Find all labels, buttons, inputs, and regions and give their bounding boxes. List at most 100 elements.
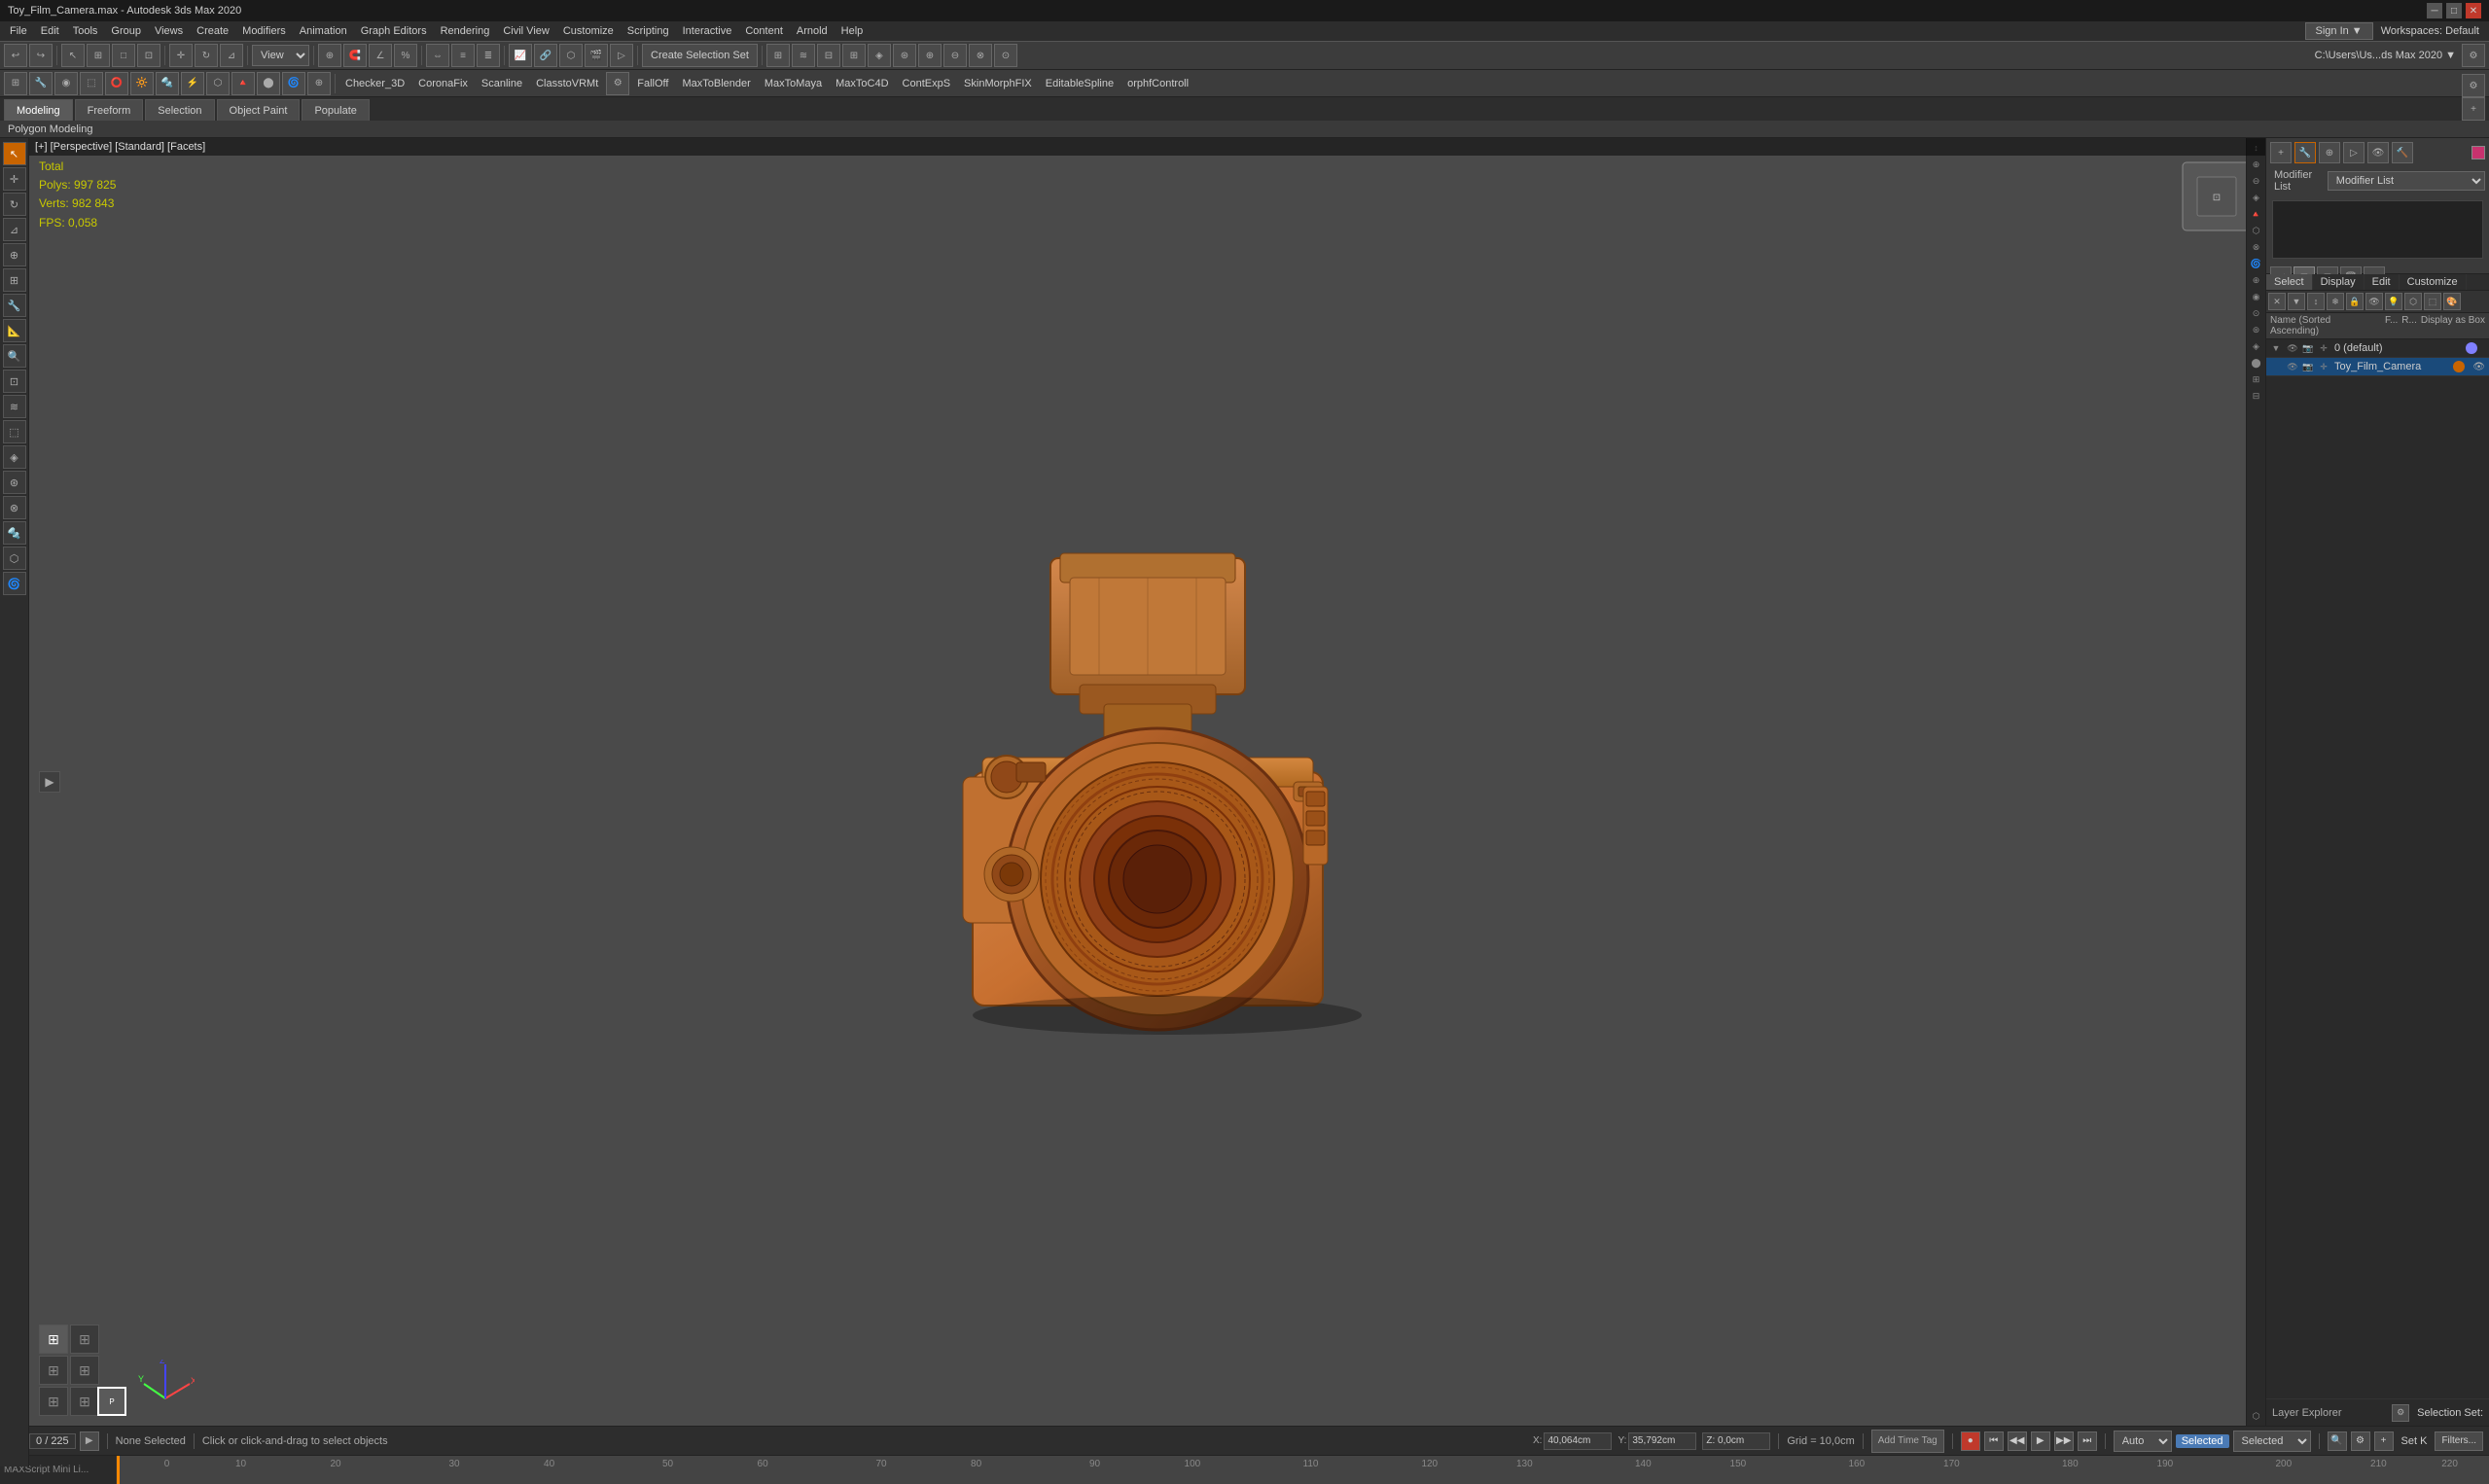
- viewport[interactable]: [+] [Perspective] [Standard] [Facets] To…: [29, 138, 2265, 1426]
- camera-vis-icon[interactable]: 👁: [2286, 360, 2299, 373]
- anim-step-back-btn[interactable]: ◀◀: [2008, 1431, 2027, 1451]
- left-icon-move[interactable]: ✛: [3, 167, 26, 191]
- ri-icon-2[interactable]: ⊕: [2249, 157, 2264, 172]
- tb-extra8[interactable]: ⊖: [943, 44, 967, 67]
- anim-step-fwd-btn[interactable]: ▶▶: [2054, 1431, 2074, 1451]
- anim-prev-btn[interactable]: ⏮: [1984, 1431, 2004, 1451]
- layer-vis-icon[interactable]: 👁: [2286, 341, 2299, 355]
- left-icon-12[interactable]: ⬚: [3, 420, 26, 443]
- col-display-as-box[interactable]: Display as Box: [2421, 315, 2485, 336]
- plugin-editablespline[interactable]: EditableSpline: [1040, 76, 1120, 91]
- le-tab-edit[interactable]: Edit: [2365, 274, 2400, 290]
- grid-btn-ml[interactable]: ⊞: [39, 1356, 68, 1385]
- plugin-coronafix[interactable]: CoronaFix: [412, 76, 474, 91]
- layer-explorer-body[interactable]: ▼ 👁 📷 ✛ 0 (default) 👁 📷 ✛ Toy_Film_C: [2266, 339, 2489, 1398]
- tb2-extra7[interactable]: 🔩: [156, 72, 179, 95]
- reference-coord-dropdown[interactable]: View World Local: [252, 45, 309, 66]
- left-icon-8[interactable]: 📐: [3, 319, 26, 342]
- ri-icon-3[interactable]: ⊖: [2249, 173, 2264, 189]
- maximize-button[interactable]: □: [2446, 3, 2462, 18]
- anim-record-btn[interactable]: ●: [1961, 1431, 1980, 1451]
- menu-graph-editors[interactable]: Graph Editors: [355, 23, 433, 39]
- le-color-btn[interactable]: 🎨: [2443, 293, 2461, 310]
- tb-extra4[interactable]: ⊞: [842, 44, 866, 67]
- z-value[interactable]: Z: 0,0cm: [1702, 1432, 1770, 1450]
- plugin-maxtomaya[interactable]: MaxToMaya: [759, 76, 828, 91]
- menu-file[interactable]: File: [4, 23, 33, 39]
- plugin-icon1[interactable]: ⚙: [606, 72, 629, 95]
- le-tab-customize[interactable]: Customize: [2400, 274, 2467, 290]
- ri-icon-bottom[interactable]: ⬡: [2249, 1408, 2264, 1424]
- left-icon-10[interactable]: ⊡: [3, 370, 26, 393]
- tb2-extra13[interactable]: ⊕: [307, 72, 331, 95]
- left-icon-11[interactable]: ≋: [3, 395, 26, 418]
- filters-button[interactable]: Filters...: [2435, 1431, 2483, 1451]
- rp-modify-icon[interactable]: 🔧: [2294, 142, 2316, 163]
- plugin-contexps[interactable]: ContExpS: [897, 76, 957, 91]
- left-icon-6[interactable]: ⊞: [3, 268, 26, 292]
- tb-extra5[interactable]: ◈: [868, 44, 891, 67]
- menu-views[interactable]: Views: [149, 23, 189, 39]
- rp-hierarchy-icon[interactable]: ⊕: [2319, 142, 2340, 163]
- ri-icon-14[interactable]: ⬤: [2249, 355, 2264, 371]
- grid-btn-br[interactable]: ⊞: [70, 1387, 99, 1416]
- plugin-scanline[interactable]: Scanline: [476, 76, 528, 91]
- tb-extra10[interactable]: ⊙: [994, 44, 1017, 67]
- search-button-right[interactable]: 🔍: [2328, 1431, 2347, 1451]
- layer-expand-default[interactable]: ▼: [2270, 342, 2282, 354]
- tab-populate[interactable]: Populate: [302, 99, 369, 121]
- menu-create[interactable]: Create: [191, 23, 234, 39]
- ri-icon-4[interactable]: ◈: [2249, 190, 2264, 205]
- left-icon-5[interactable]: ⊕: [3, 243, 26, 266]
- col-freeze[interactable]: F...: [2385, 315, 2398, 336]
- close-button[interactable]: ✕: [2466, 3, 2481, 18]
- timeline-scrubber[interactable]: [117, 1456, 120, 1484]
- plugin-falloff[interactable]: FallOff: [631, 76, 674, 91]
- le-sort-btn[interactable]: ↕: [2307, 293, 2325, 310]
- schematic-view-button[interactable]: 🔗: [534, 44, 557, 67]
- layer-camera-icon[interactable]: 📷: [2301, 341, 2315, 355]
- grid-btn-tl[interactable]: ⊞: [39, 1325, 68, 1354]
- modifier-dropdown[interactable]: Modifier List: [2328, 171, 2485, 191]
- menu-content[interactable]: Content: [739, 23, 789, 39]
- create-selection-set-button[interactable]: Create Selection Set: [642, 44, 758, 67]
- tb-extra9[interactable]: ⊗: [969, 44, 992, 67]
- menu-interactive[interactable]: Interactive: [677, 23, 738, 39]
- render-settings-button[interactable]: ⚙: [2462, 44, 2485, 67]
- menu-rendering[interactable]: Rendering: [435, 23, 496, 39]
- add-time-tag-button[interactable]: Add Time Tag: [1871, 1430, 1944, 1453]
- menu-customize[interactable]: Customize: [557, 23, 620, 39]
- left-icon-16[interactable]: 🔩: [3, 521, 26, 545]
- menu-modifiers[interactable]: Modifiers: [236, 23, 292, 39]
- add-button-right[interactable]: +: [2374, 1431, 2394, 1451]
- plugin-checker3d[interactable]: Checker_3D: [339, 76, 410, 91]
- tab-selection[interactable]: Selection: [145, 99, 214, 121]
- plugin-maxtoc4d[interactable]: MaxToC4D: [830, 76, 894, 91]
- curve-editor-button[interactable]: 📈: [509, 44, 532, 67]
- le-light-btn[interactable]: 💡: [2385, 293, 2402, 310]
- left-icon-14[interactable]: ⊛: [3, 471, 26, 494]
- mirror-button[interactable]: ⇔: [426, 44, 449, 67]
- tb2-extra6[interactable]: 🔆: [130, 72, 154, 95]
- tab-modeling[interactable]: Modeling: [4, 99, 73, 121]
- render-button[interactable]: ▷: [610, 44, 633, 67]
- color-swatch[interactable]: [2471, 146, 2485, 159]
- window-crossing-button[interactable]: ⊡: [137, 44, 160, 67]
- layer-row-default[interactable]: ▼ 👁 📷 ✛ 0 (default): [2266, 339, 2489, 358]
- x-value[interactable]: 40,064cm: [1544, 1432, 1612, 1450]
- select-by-name-button[interactable]: ⊞: [87, 44, 110, 67]
- snap-button[interactable]: 🧲: [343, 44, 367, 67]
- settings-button-right[interactable]: ⚙: [2351, 1431, 2370, 1451]
- col-name[interactable]: Name (Sorted Ascending): [2270, 315, 2381, 336]
- tb-extra3[interactable]: ⊟: [817, 44, 840, 67]
- rp-utilities-icon[interactable]: 🔨: [2392, 142, 2413, 163]
- left-icon-rotate[interactable]: ↻: [3, 193, 26, 216]
- tb2-extra8[interactable]: ⚡: [181, 72, 204, 95]
- modifier-list-box[interactable]: [2272, 200, 2483, 259]
- rp-motion-icon[interactable]: ▷: [2343, 142, 2365, 163]
- left-icon-17[interactable]: ⬡: [3, 547, 26, 570]
- key-mode-dropdown[interactable]: Auto: [2114, 1431, 2172, 1452]
- menu-scripting[interactable]: Scripting: [622, 23, 675, 39]
- left-icon-13[interactable]: ◈: [3, 445, 26, 469]
- grid-btn-bl[interactable]: ⊞: [39, 1387, 68, 1416]
